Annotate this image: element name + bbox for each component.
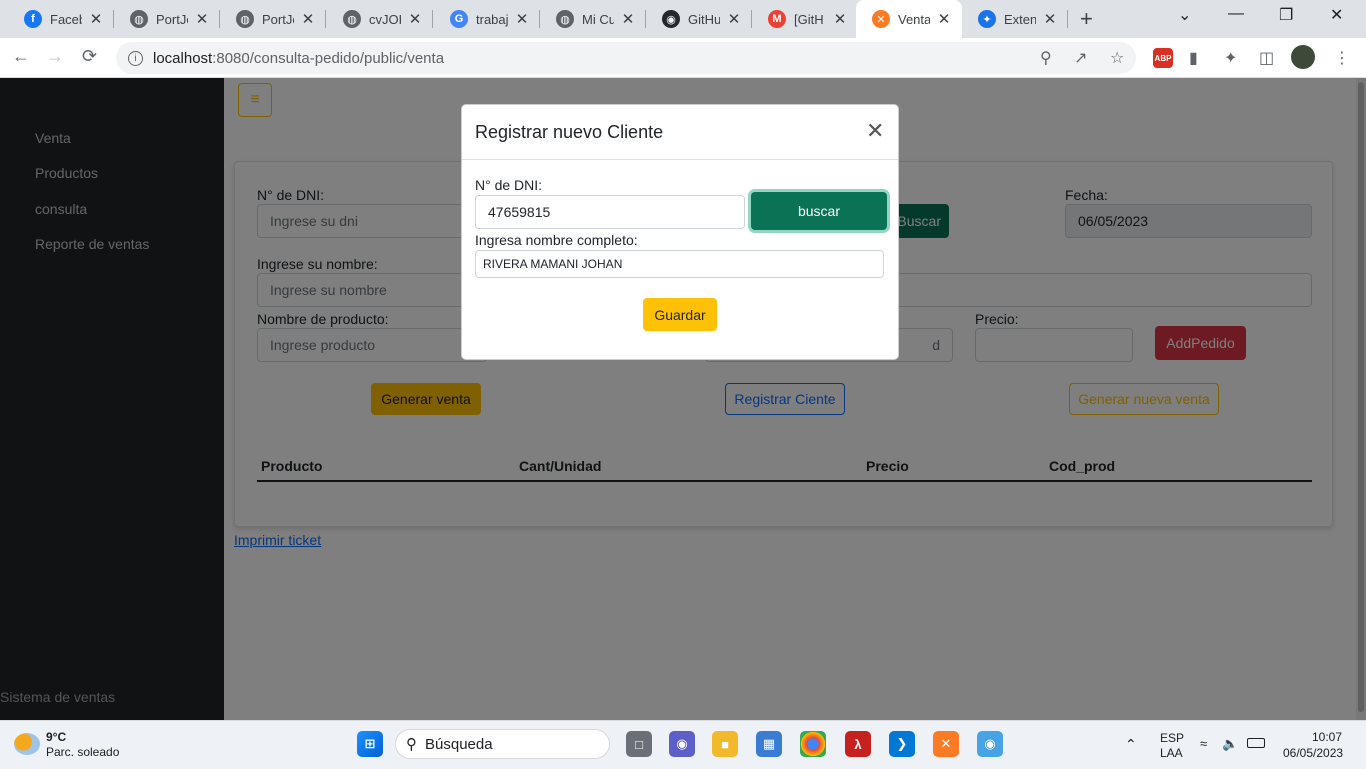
browser-tab[interactable]: Gtrabaj ✕ [434, 0, 540, 38]
gmail-icon: M [768, 10, 786, 28]
bookmark-star-icon[interactable]: ☆ [1110, 48, 1124, 68]
extension-icon[interactable]: ▮ [1189, 48, 1198, 68]
clock-time[interactable]: 10:07 [1312, 730, 1342, 744]
tab-close-icon[interactable]: ✕ [1042, 10, 1058, 28]
teams-icon[interactable]: ◉ [669, 731, 695, 757]
modal-nombre-input[interactable]: RIVERA MAMANI JOHAN [475, 250, 884, 278]
tab-close-icon[interactable]: ✕ [620, 10, 636, 28]
tab-title: GitHu [688, 11, 720, 27]
modal-nombre-label: Ingresa nombre completo: [475, 232, 638, 248]
address-bar-row: ← → ⟳ i localhost:8080/consulta-pedido/p… [0, 38, 1366, 78]
reload-icon[interactable]: ⟳ [82, 46, 97, 67]
guardar-button[interactable]: Guardar [643, 298, 717, 331]
globe-icon: ◍ [236, 10, 254, 28]
browser-tab[interactable]: ◍ cvJOH ✕ [327, 0, 433, 38]
puzzle-extensions-icon[interactable]: ✦ [1224, 48, 1237, 68]
zoom-icon[interactable]: ⚲ [1040, 48, 1052, 68]
battery-icon[interactable] [1247, 738, 1265, 748]
close-window-icon[interactable]: ✕ [1330, 5, 1343, 25]
url-field[interactable]: i localhost:8080/consulta-pedido/public/… [116, 42, 1136, 74]
url-path: :8080/consulta-pedido/public/venta [212, 49, 445, 67]
modal-header: Registrar nuevo Cliente ✕ [462, 105, 898, 160]
xampp-icon: ✕ [872, 10, 890, 28]
globe-icon: ◍ [130, 10, 148, 28]
browser-tab[interactable]: f Facebo ✕ [8, 0, 114, 38]
modal-dni-label: N° de DNI: [475, 177, 543, 193]
tab-close-icon[interactable]: ✕ [407, 10, 423, 28]
modal-buscar-button[interactable]: buscar [751, 192, 887, 230]
minimize-icon[interactable]: — [1228, 5, 1244, 23]
modal-title: Registrar nuevo Cliente [475, 122, 664, 142]
side-panel-icon[interactable]: ◫ [1259, 48, 1274, 68]
browser-tab[interactable]: M [GitH ✕ [752, 0, 858, 38]
browser-tab-bar: fFacebo✕◍PortJo✕◍PortJo✕◍cvJOH✕Gtrabaj✕◍… [0, 0, 1366, 38]
taskbar-search[interactable]: ⚲ Búsqueda [395, 729, 610, 759]
tab-close-icon[interactable]: ✕ [300, 10, 316, 28]
browser-tab[interactable]: ◍ Mi Cu ✕ [540, 0, 646, 38]
file-explorer-icon[interactable]: ■ [712, 731, 738, 757]
tab-title: cvJOH [369, 11, 401, 27]
adblock-icon[interactable]: ABP [1153, 48, 1173, 68]
lang-secondary[interactable]: LAA [1160, 746, 1183, 760]
lang-primary[interactable]: ESP [1160, 731, 1184, 745]
windows-start-icon[interactable]: ⊞ [357, 731, 383, 757]
globe-icon: ◍ [556, 10, 574, 28]
kebab-menu-icon[interactable]: ⋮ [1334, 48, 1350, 68]
acrobat-icon[interactable]: λ [845, 731, 871, 757]
tab-title: Venta [898, 11, 930, 27]
forward-icon[interactable]: → [46, 46, 64, 67]
tab-search-icon[interactable]: ⌄ [1178, 5, 1191, 25]
tab-title: [GitH [794, 11, 824, 27]
weather-icon[interactable] [14, 733, 40, 755]
facebook-icon: f [24, 10, 42, 28]
back-icon[interactable]: ← [12, 46, 30, 67]
globe-icon: ◍ [343, 10, 361, 28]
maximize-icon[interactable]: ❐ [1279, 5, 1293, 25]
tab-title: PortJo [262, 11, 294, 27]
chevron-up-icon[interactable]: ⌃ [1125, 736, 1137, 753]
url-host: localhost [153, 49, 213, 67]
store-icon[interactable]: ▦ [756, 731, 782, 757]
vscode-icon[interactable]: ❯ [889, 731, 915, 757]
tab-title: trabaj [476, 11, 508, 27]
google-icon: G [450, 10, 468, 28]
browser-tab[interactable]: ◍ PortJo ✕ [114, 0, 220, 38]
tab-close-icon[interactable]: ✕ [88, 10, 104, 28]
browser-tab[interactable]: ✕ Venta ✕ [856, 0, 962, 38]
paint-icon[interactable]: ◉ [977, 731, 1003, 757]
tab-close-icon[interactable]: ✕ [832, 10, 848, 28]
registrar-cliente-modal: Registrar nuevo Cliente ✕ N° de DNI: 476… [461, 104, 899, 360]
tab-close-icon[interactable]: ✕ [514, 10, 530, 28]
wifi-icon[interactable]: ≈ [1200, 736, 1207, 751]
tab-close-icon[interactable]: ✕ [936, 10, 952, 28]
profile-avatar[interactable] [1291, 45, 1315, 69]
new-tab-button[interactable]: + [1080, 6, 1093, 32]
close-icon[interactable]: ✕ [866, 118, 884, 144]
volume-icon[interactable]: 🔈 [1222, 736, 1238, 752]
share-icon[interactable]: ↗ [1074, 48, 1087, 68]
browser-tab[interactable]: ✦ Extens ✕ [962, 0, 1068, 38]
tab-title: Extens [1004, 11, 1036, 27]
browser-tab[interactable]: ◉ GitHu ✕ [646, 0, 752, 38]
search-icon: ⚲ [406, 736, 417, 753]
tab-title: Mi Cu [582, 11, 614, 27]
tab-title: PortJo [156, 11, 188, 27]
modal-dni-input[interactable]: 47659815 [475, 195, 745, 229]
xampp-taskbar-icon[interactable]: ✕ [933, 731, 959, 757]
search-label: Búsqueda [425, 735, 493, 753]
github-icon: ◉ [662, 10, 680, 28]
chrome-icon[interactable] [800, 731, 826, 757]
windows-taskbar: 9°C Parc. soleado ⊞ ⚲ Búsqueda □ ◉ ■ ▦ λ… [0, 720, 1366, 769]
weather-temperature: 9°C [46, 730, 67, 744]
site-info-icon[interactable]: i [128, 50, 143, 66]
task-view-icon[interactable]: □ [626, 731, 652, 757]
tab-title: Facebo [50, 11, 82, 27]
clock-date[interactable]: 06/05/2023 [1283, 746, 1343, 760]
weather-status: Parc. soleado [46, 745, 120, 759]
tab-close-icon[interactable]: ✕ [194, 10, 210, 28]
browser-tab[interactable]: ◍ PortJo ✕ [220, 0, 326, 38]
puzzle-icon: ✦ [978, 10, 996, 28]
tab-close-icon[interactable]: ✕ [726, 10, 742, 28]
